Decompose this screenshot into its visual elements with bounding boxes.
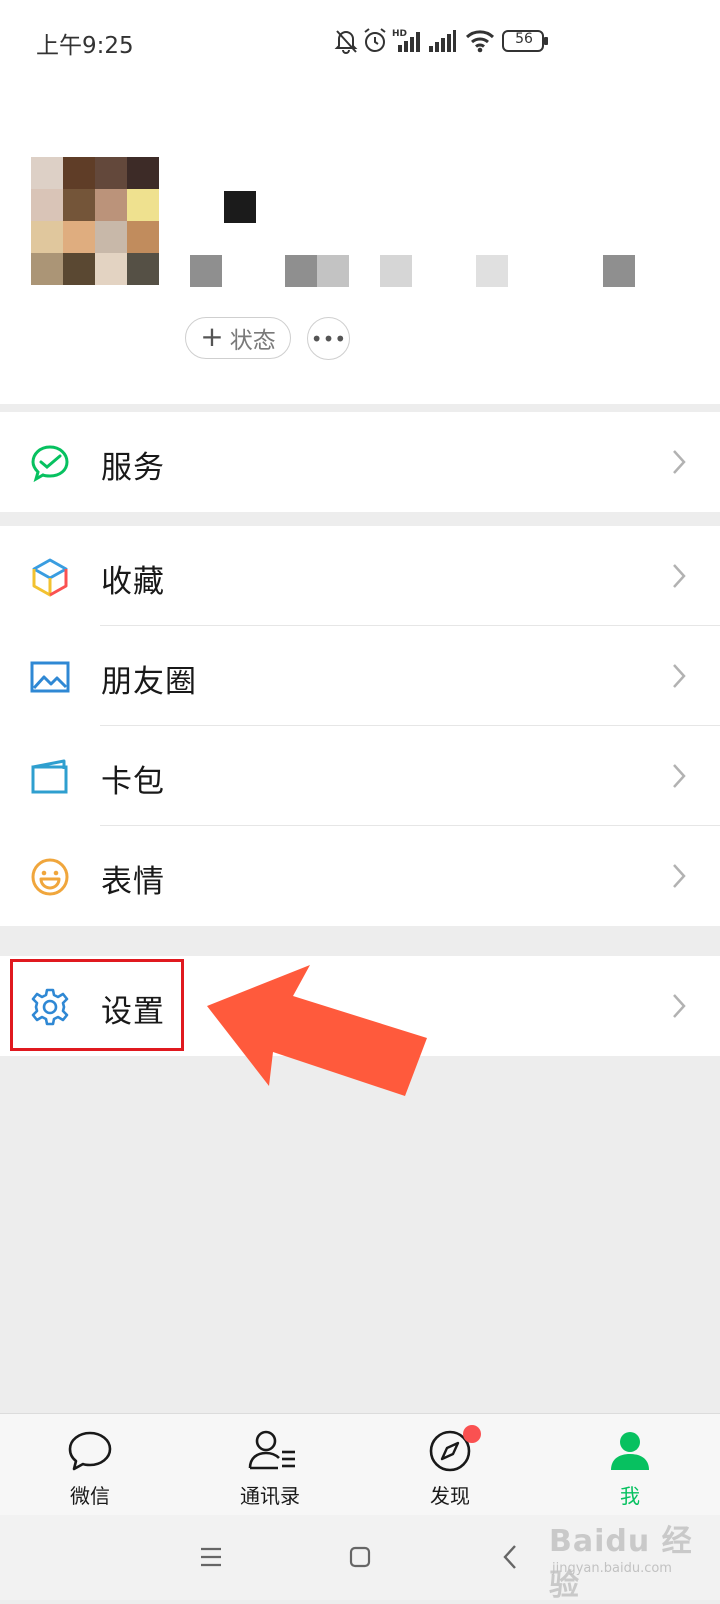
tab-label: 微信 bbox=[70, 1484, 110, 1508]
avatar-pixel bbox=[95, 221, 127, 253]
moments-image-icon bbox=[30, 661, 70, 693]
avatar-pixel bbox=[95, 253, 127, 285]
wechat-id-block bbox=[476, 255, 508, 287]
avatar-pixel bbox=[31, 221, 63, 253]
wechat-id-block bbox=[380, 255, 412, 287]
tab-discover[interactable]: 发现 bbox=[360, 1414, 540, 1516]
menu-item-service[interactable]: 服务 bbox=[0, 412, 720, 512]
chevron-right-icon bbox=[673, 764, 686, 788]
favorites-cube-icon bbox=[32, 558, 68, 597]
chevron-right-icon bbox=[673, 450, 686, 474]
chat-bubble-icon bbox=[68, 1431, 112, 1471]
menu-label: 收藏 bbox=[101, 564, 165, 600]
menu-icon[interactable] bbox=[200, 1547, 222, 1567]
avatar-pixel bbox=[127, 221, 159, 253]
discover-badge bbox=[463, 1425, 481, 1443]
alarm-icon bbox=[364, 28, 386, 52]
plus-icon: + bbox=[200, 320, 224, 353]
back-icon[interactable] bbox=[502, 1544, 518, 1570]
baidu-watermark: Baidu 经验 bbox=[549, 1524, 693, 1603]
avatar-pixel bbox=[95, 157, 127, 189]
tab-me[interactable]: 我 bbox=[540, 1414, 720, 1516]
service-icon bbox=[31, 445, 69, 483]
avatar-pixel bbox=[63, 221, 95, 253]
menu-item-cards[interactable]: 卡包 bbox=[0, 726, 720, 826]
avatar[interactable] bbox=[31, 157, 159, 285]
avatar-pixel bbox=[31, 157, 63, 189]
menu-label: 服务 bbox=[101, 450, 165, 486]
avatar-pixel bbox=[95, 189, 127, 221]
chevron-right-icon bbox=[673, 564, 686, 588]
home-icon[interactable] bbox=[349, 1546, 371, 1568]
add-status-button[interactable]: + 状态 bbox=[185, 317, 291, 359]
avatar-pixel bbox=[63, 253, 95, 285]
status-time: 上午9:25 bbox=[36, 33, 134, 59]
tab-label: 我 bbox=[620, 1484, 640, 1508]
person-icon bbox=[611, 1432, 649, 1470]
tab-label: 发现 bbox=[430, 1484, 470, 1508]
contacts-icon bbox=[248, 1430, 295, 1470]
avatar-pixel bbox=[127, 253, 159, 285]
watermark-url: jingyan.baidu.com bbox=[552, 1561, 672, 1576]
tab-chats[interactable]: 微信 bbox=[0, 1414, 180, 1516]
status-bar: 上午9:25 HD 56 bbox=[0, 0, 720, 84]
svg-text:HD: HD bbox=[392, 29, 407, 39]
status-button-label: 状态 bbox=[229, 328, 276, 354]
group-service: 服务 bbox=[0, 412, 720, 512]
bell-muted-icon bbox=[334, 30, 358, 54]
menu-label: 卡包 bbox=[101, 764, 165, 800]
signal-icon bbox=[429, 30, 456, 52]
more-button[interactable]: ••• bbox=[307, 317, 350, 360]
wechat-id-block bbox=[603, 255, 635, 287]
wechat-id-block bbox=[285, 255, 317, 287]
battery-level: 56 bbox=[515, 31, 533, 47]
group-features: 收藏 朋友圈 卡包 表情 bbox=[0, 526, 720, 926]
wechat-id-block bbox=[190, 255, 222, 287]
card-wallet-icon bbox=[31, 759, 68, 794]
more-dots-icon: ••• bbox=[310, 326, 347, 351]
menu-label: 表情 bbox=[101, 864, 165, 900]
chevron-right-icon bbox=[673, 664, 686, 688]
tab-label: 通讯录 bbox=[240, 1484, 300, 1508]
avatar-pixel bbox=[127, 157, 159, 189]
nickname-redacted bbox=[224, 191, 256, 223]
wechat-id-block bbox=[317, 255, 349, 287]
pointer-arrow-annotation bbox=[207, 965, 427, 1096]
bottom-tab-bar: 微信 通讯录 发现 我 bbox=[0, 1413, 720, 1515]
avatar-pixel bbox=[63, 189, 95, 221]
menu-item-moments[interactable]: 朋友圈 bbox=[0, 626, 720, 726]
settings-highlight-box bbox=[10, 959, 184, 1051]
chevron-right-icon bbox=[673, 864, 686, 888]
menu-label: 朋友圈 bbox=[101, 664, 197, 700]
avatar-pixel bbox=[31, 253, 63, 285]
smiley-icon bbox=[31, 858, 69, 896]
tab-contacts[interactable]: 通讯录 bbox=[180, 1414, 360, 1516]
menu-item-favorites[interactable]: 收藏 bbox=[0, 526, 720, 626]
signal-hd-icon: HD bbox=[392, 29, 420, 52]
avatar-pixel bbox=[63, 157, 95, 189]
profile-header[interactable]: + 状态 ••• bbox=[0, 84, 720, 404]
menu-item-stickers[interactable]: 表情 bbox=[0, 826, 720, 926]
avatar-pixel bbox=[127, 189, 159, 221]
avatar-pixel bbox=[31, 189, 63, 221]
chevron-right-icon bbox=[673, 994, 686, 1018]
wifi-icon bbox=[465, 30, 495, 53]
